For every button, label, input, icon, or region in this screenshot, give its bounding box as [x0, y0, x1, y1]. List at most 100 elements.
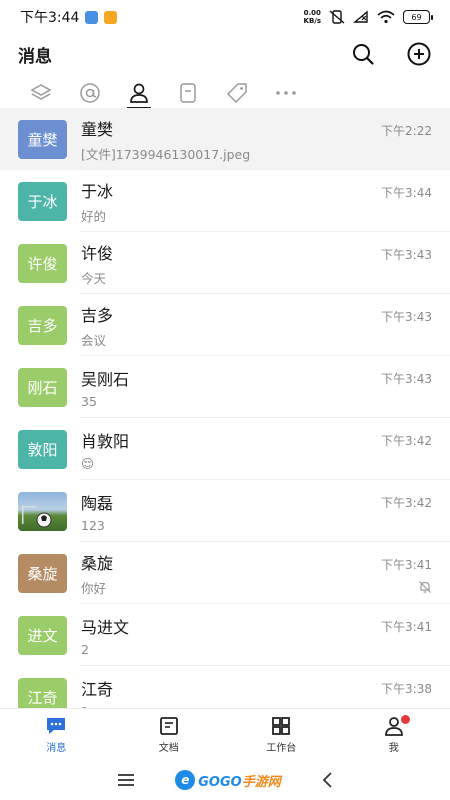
message-time: 下午3:41 — [381, 620, 432, 634]
tab-files[interactable] — [163, 78, 212, 108]
person-icon — [129, 83, 148, 103]
network-speed: 0.00 KB/s — [303, 9, 321, 25]
message-preview: 2 — [81, 641, 89, 657]
conversation-item[interactable]: 童樊 童樊 [文件]1739946130017.jpeg 下午2:22 — [0, 108, 450, 170]
contact-name: 许俊 — [81, 243, 114, 263]
conversation-item[interactable]: 江奇 江奇 1 下午3:38 — [0, 666, 450, 708]
nav-messages[interactable]: 消息 — [0, 709, 113, 760]
message-time: 下午3:43 — [381, 310, 432, 324]
document-icon — [159, 716, 178, 735]
conversation-body: 桑旋 你好 — [81, 550, 432, 597]
avatar: 于冰 — [18, 181, 67, 221]
conversation-body: 肖敦阳 😌 — [81, 428, 432, 471]
conversation-body: 马进文 2 — [81, 614, 432, 657]
conversation-body: 许俊 今天 — [81, 240, 432, 287]
nav-label: 工作台 — [266, 742, 297, 754]
avatar: 吉多 — [18, 305, 67, 345]
contact-name: 于冰 — [81, 181, 114, 201]
conversation-body: 吴刚石 35 — [81, 366, 432, 409]
conversation-item[interactable]: 吉多 吉多 会议 下午3:43 — [0, 294, 450, 356]
nav-me[interactable]: 我 — [338, 709, 450, 760]
filter-tabs — [0, 78, 450, 109]
conversation-item[interactable]: 陶磊 123 下午3:42 — [0, 480, 450, 542]
menu-icon[interactable] — [117, 773, 135, 787]
conversation-body: 童樊 [文件]1739946130017.jpeg — [81, 116, 432, 163]
tab-mentions[interactable] — [65, 78, 114, 108]
conversation-item[interactable]: 许俊 许俊 今天 下午3:43 — [0, 232, 450, 294]
status-time: 下午3:44 — [20, 10, 80, 26]
signal-off-icon — [353, 10, 368, 23]
vibrate-off-icon — [329, 10, 345, 24]
mi-notification-icon — [104, 10, 118, 24]
message-preview: 会议 — [81, 332, 107, 348]
header-actions — [350, 41, 432, 67]
message-preview: [文件]1739946130017.jpeg — [81, 146, 251, 162]
tab-single-chat[interactable] — [114, 78, 163, 109]
photo-avatar — [18, 491, 67, 531]
message-time: 下午3:41 — [381, 558, 432, 572]
message-preview: 你好 — [81, 580, 107, 596]
status-left: 下午3:44 — [20, 7, 118, 27]
conversation-body: 江奇 1 — [81, 676, 432, 709]
message-preview: 好的 — [81, 208, 107, 224]
bottom-nav: 消息 文档 工作台 我 — [0, 708, 450, 760]
message-time: 下午3:43 — [381, 248, 432, 262]
conversation-item[interactable]: 敦阳 肖敦阳 😌 下午3:42 — [0, 418, 450, 480]
app-notification-icon — [85, 10, 99, 24]
avatar: 童樊 — [18, 119, 67, 159]
conversation-meta: 下午3:44 — [381, 184, 432, 201]
back-icon[interactable] — [321, 772, 333, 788]
contact-name: 马进文 — [81, 617, 130, 637]
message-time: 下午2:22 — [381, 124, 432, 138]
tab-more[interactable] — [261, 78, 310, 108]
message-time: 下午3:43 — [381, 372, 432, 386]
contact-name: 童樊 — [81, 119, 114, 139]
avatar: 敦阳 — [18, 429, 67, 469]
conversation-item[interactable]: 进文 马进文 2 下午3:41 — [0, 604, 450, 666]
conversation-meta: 下午3:42 — [381, 494, 432, 511]
message-preview: 123 — [81, 517, 105, 533]
contact-name: 桑旋 — [81, 553, 114, 573]
watermark-icon: e — [175, 770, 196, 790]
chat-bubble-icon — [47, 717, 66, 734]
conversation-meta: 下午3:43 — [381, 308, 432, 325]
watermark-logo: e GOGO手游网 — [175, 770, 281, 790]
conversation-item[interactable]: 于冰 于冰 好的 下午3:44 — [0, 170, 450, 232]
add-circle-icon — [407, 42, 431, 66]
tag-icon — [226, 83, 247, 103]
mute-bell-icon — [419, 581, 431, 593]
conversation-body: 陶磊 123 — [81, 490, 432, 533]
nav-workbench[interactable]: 工作台 — [225, 709, 338, 760]
notification-dot — [400, 715, 410, 724]
search-button[interactable] — [350, 41, 376, 67]
avatar: 桑旋 — [18, 553, 67, 593]
message-time: 下午3:42 — [381, 434, 432, 448]
message-preview: 😌 — [81, 455, 95, 471]
status-right: 0.00 KB/s 69 — [303, 9, 433, 25]
message-preview: 35 — [81, 393, 97, 409]
message-time: 下午3:38 — [381, 682, 432, 696]
tab-all[interactable] — [16, 78, 65, 108]
conversation-list: 童樊 童樊 [文件]1739946130017.jpeg 下午2:22 于冰 于… — [0, 108, 450, 708]
conversation-meta: 下午2:22 — [381, 122, 432, 139]
more-horizontal-icon — [275, 91, 296, 95]
conversation-meta: 下午3:41 — [381, 556, 432, 573]
conversation-item[interactable]: 刚石 吴刚石 35 下午3:43 — [0, 356, 450, 418]
message-preview: 今天 — [81, 270, 107, 286]
page-header: 消息 — [0, 34, 450, 74]
search-icon — [353, 44, 374, 65]
conversation-meta: 下午3:43 — [381, 370, 432, 387]
message-time: 下午3:42 — [381, 496, 432, 510]
wifi-icon — [377, 10, 395, 24]
battery-indicator: 69 — [403, 10, 433, 24]
conversation-item[interactable]: 桑旋 桑旋 你好 下午3:41 — [0, 542, 450, 604]
nav-label: 消息 — [46, 742, 67, 754]
conversation-meta: 下午3:42 — [381, 432, 432, 449]
system-nav-bar: e GOGO手游网 — [0, 760, 450, 800]
conversation-body: 于冰 好的 — [81, 178, 432, 225]
tab-tags[interactable] — [212, 78, 261, 108]
nav-docs[interactable]: 文档 — [113, 709, 226, 760]
add-button[interactable] — [406, 41, 432, 67]
contact-name: 肖敦阳 — [81, 431, 130, 451]
avatar: 进文 — [18, 615, 67, 655]
